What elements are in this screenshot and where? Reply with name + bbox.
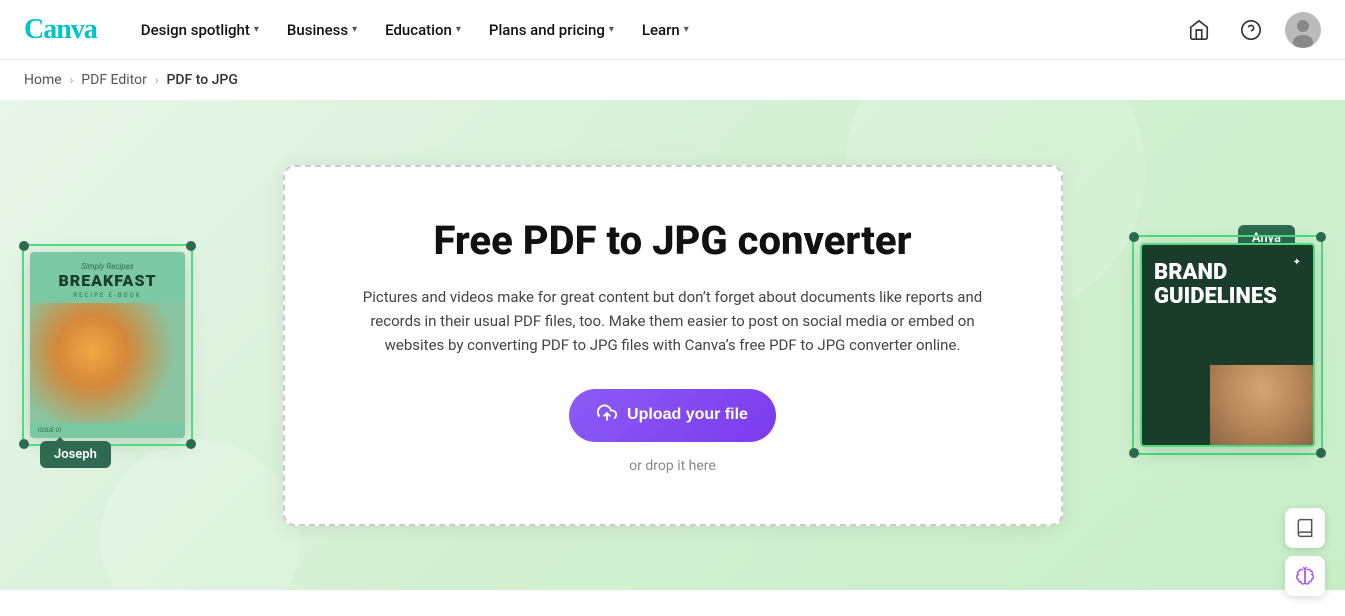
book-subtitle: RECIPE E-BOOK <box>38 292 177 299</box>
chevron-down-icon: ▾ <box>254 24 259 35</box>
upload-button[interactable]: Upload your file <box>569 389 776 442</box>
book-icon-button[interactable] <box>1285 508 1325 548</box>
brand-photo <box>1210 365 1313 445</box>
home-icon-button[interactable] <box>1181 12 1217 48</box>
navbar: Canva Design spotlight ▾ Business ▾ Educ… <box>0 0 1345 60</box>
converter-card: Free PDF to JPG converter Pictures and v… <box>283 165 1063 526</box>
nav-item-education[interactable]: Education ▾ <box>373 13 473 47</box>
book-header: Simply Recipes BREAKFAST RECIPE E-BOOK <box>30 252 185 303</box>
nav-label: Plans and pricing <box>489 21 605 39</box>
converter-title: Free PDF to JPG converter <box>345 217 1001 265</box>
nav-item-design-spotlight[interactable]: Design spotlight ▾ <box>129 13 271 47</box>
breadcrumb-separator: › <box>70 73 74 87</box>
brand-title-line2: GUIDELINES <box>1154 285 1301 309</box>
brand-image-half <box>1142 365 1313 445</box>
deco-right-card: Anya ✦ BRAND GUIDELINES <box>1140 243 1315 447</box>
book-title-small: Simply Recipes <box>38 262 177 271</box>
user-avatar[interactable] <box>1285 12 1321 48</box>
chevron-down-icon: ▾ <box>684 24 689 35</box>
sel-dot-br <box>1316 448 1326 458</box>
nav-item-business[interactable]: Business ▾ <box>275 13 369 47</box>
nav-label: Business <box>287 21 348 39</box>
selection-dot-bl <box>19 439 29 449</box>
chevron-down-icon: ▾ <box>352 24 357 35</box>
brand-title-line1: BRAND <box>1154 261 1301 285</box>
converter-description: Pictures and videos make for great conte… <box>363 285 983 357</box>
breadcrumb-pdf-editor[interactable]: PDF Editor <box>81 72 147 88</box>
book-title-big: BREAKFAST <box>38 271 177 290</box>
nav-items: Design spotlight ▾ Business ▾ Education … <box>129 13 1181 47</box>
deco-left-card: Simply Recipes BREAKFAST RECIPE E-BOOK I… <box>30 252 185 438</box>
breadcrumb-separator: › <box>155 73 159 87</box>
brand-card-wrapper: ✦ BRAND GUIDELINES <box>1140 243 1315 447</box>
nav-label: Learn <box>642 21 680 39</box>
brand-face-image <box>1210 365 1313 445</box>
nav-item-learn[interactable]: Learn ▾ <box>630 13 701 47</box>
nav-label: Education <box>385 21 452 39</box>
brain-icon-button[interactable] <box>1285 556 1325 596</box>
book-card: Simply Recipes BREAKFAST RECIPE E-BOOK I… <box>30 252 185 438</box>
sel-dot-tr <box>1316 232 1326 242</box>
upload-icon <box>597 403 617 428</box>
joseph-tag: Joseph <box>40 441 111 468</box>
bg-decoration-2 <box>100 440 300 590</box>
chevron-down-icon: ▾ <box>609 24 614 35</box>
upload-button-label: Upload your file <box>627 406 748 424</box>
joseph-label: Joseph <box>54 447 97 462</box>
book-footer: ISSUE 01 <box>30 423 185 438</box>
nav-label: Design spotlight <box>141 21 250 39</box>
brand-card-content: ✦ BRAND GUIDELINES <box>1142 245 1313 365</box>
breadcrumb-current: PDF to JPG <box>166 72 237 88</box>
breadcrumb-home[interactable]: Home <box>24 72 62 88</box>
floating-icons <box>1285 508 1325 596</box>
hero-section: Simply Recipes BREAKFAST RECIPE E-BOOK I… <box>0 100 1345 590</box>
book-food-photo <box>30 303 185 423</box>
nav-right <box>1181 12 1321 48</box>
help-icon-button[interactable] <box>1233 12 1269 48</box>
brand-star-icon: ✦ <box>1293 257 1301 268</box>
brand-card: ✦ BRAND GUIDELINES <box>1140 243 1315 447</box>
chevron-down-icon: ▾ <box>456 24 461 35</box>
book-image <box>30 303 185 423</box>
drop-text: or drop it here <box>345 458 1001 474</box>
book-card-wrapper: Simply Recipes BREAKFAST RECIPE E-BOOK I… <box>30 252 185 438</box>
breadcrumb: Home › PDF Editor › PDF to JPG <box>0 60 1345 100</box>
sel-dot-bl <box>1129 448 1139 458</box>
nav-item-plans-pricing[interactable]: Plans and pricing ▾ <box>477 13 626 47</box>
canva-logo[interactable]: Canva <box>24 14 97 46</box>
